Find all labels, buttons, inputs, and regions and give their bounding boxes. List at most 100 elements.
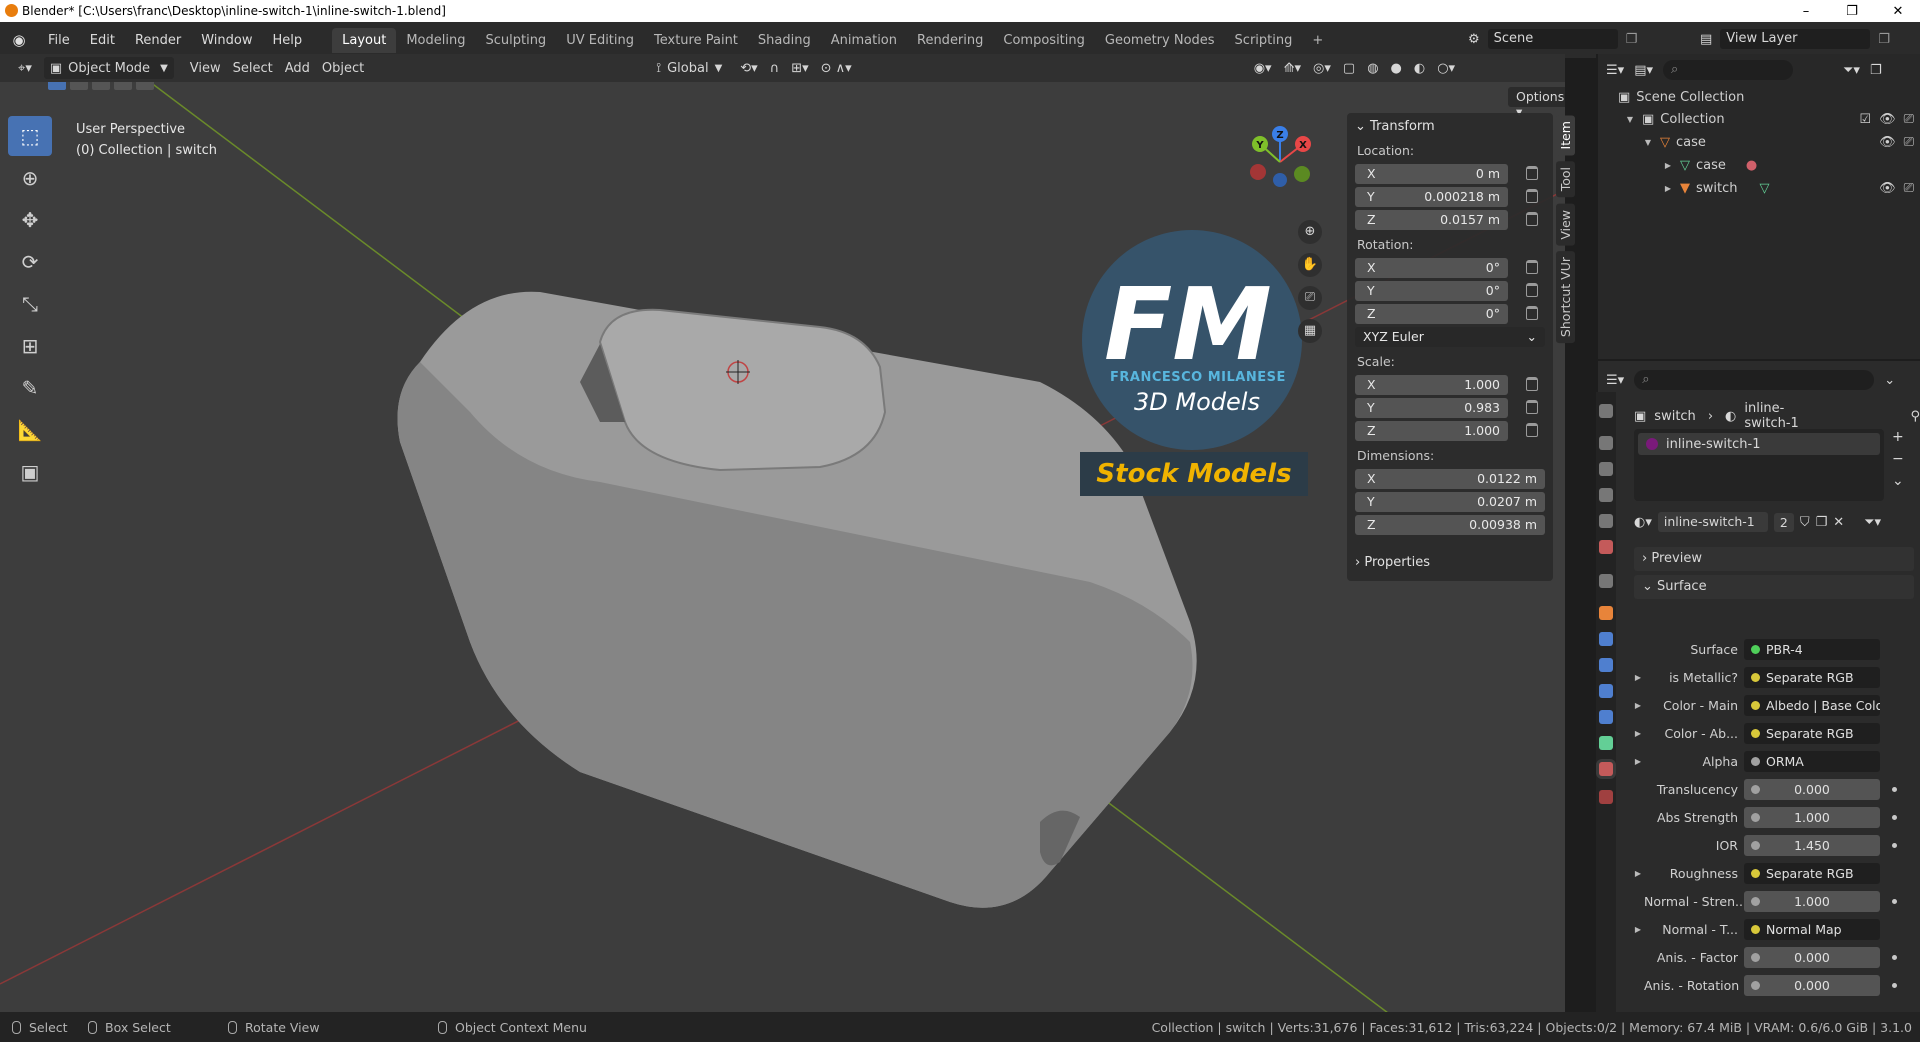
value-slider[interactable]: 0.000 [1744, 974, 1880, 996]
particles-tab-icon[interactable] [1599, 658, 1613, 672]
pivot-icon[interactable]: ⟲▾ [734, 57, 763, 79]
physics-tab-icon[interactable] [1599, 684, 1613, 698]
outliner-row-case[interactable]: ▼ ▽ case 👁 ⎚ [1642, 131, 1914, 153]
tab-shading[interactable]: Shading [748, 28, 821, 53]
scene-tab-icon[interactable] [1599, 514, 1613, 528]
close-button[interactable]: ✕ [1875, 0, 1920, 22]
cursor-tool-icon[interactable]: ⊕ [8, 158, 52, 198]
editor-type-icon[interactable]: ☰▾ [1606, 373, 1624, 388]
visibility-icon[interactable]: ◉▾ [1248, 57, 1278, 79]
annotate-tool-icon[interactable]: ✎ [8, 368, 52, 408]
eye-icon[interactable]: 👁 [1879, 181, 1896, 196]
location-y-field[interactable]: Y 0.000218 m [1355, 187, 1538, 207]
shading-solid-icon[interactable]: ● [1385, 57, 1408, 79]
lock-icon[interactable] [1526, 283, 1538, 297]
add-slot-icon[interactable]: + [1892, 429, 1904, 445]
chevron-right-icon[interactable]: ▶ [1632, 729, 1644, 738]
tab-animation[interactable]: Animation [821, 28, 907, 53]
lock-icon[interactable] [1526, 189, 1538, 203]
surface-panel-header[interactable]: ⌄ Surface [1634, 575, 1914, 599]
value-slider[interactable]: 1.000 [1744, 806, 1880, 828]
tab-compositing[interactable]: Compositing [993, 28, 1095, 53]
snap-icon[interactable]: ∩ [764, 57, 786, 79]
chevron-right-icon[interactable]: ▶ [1632, 869, 1644, 878]
menu-select[interactable]: Select [227, 57, 279, 79]
dimensions-z-field[interactable]: Z 0.00938 m [1355, 515, 1545, 535]
socket-link-field[interactable]: Normal Map [1744, 918, 1880, 940]
value-slider[interactable]: 0.000 [1744, 778, 1880, 800]
camera-icon[interactable]: ⎚ [1904, 181, 1914, 196]
rotation-y-field[interactable]: Y 0° [1355, 281, 1538, 301]
select-box-tool-icon[interactable]: ⬚ [8, 116, 52, 156]
display-mode-icon[interactable]: ▤▾ [1634, 63, 1653, 78]
shading-rendered-icon[interactable]: ○▾ [1431, 57, 1461, 79]
new-scene-icon[interactable]: ❐ [1626, 32, 1638, 47]
camera-icon[interactable]: ⎚ [1904, 135, 1914, 150]
transform-section-header[interactable]: ⌄ Transform [1347, 113, 1553, 140]
lock-icon[interactable] [1526, 306, 1538, 320]
modifier-tab-icon[interactable] [1599, 632, 1613, 646]
lock-icon[interactable] [1526, 166, 1538, 180]
lock-icon[interactable] [1526, 423, 1538, 437]
texture-tab-icon[interactable] [1599, 790, 1613, 804]
outliner-row-scene-collection[interactable]: ▣ Scene Collection [1618, 86, 1744, 108]
duplicate-icon[interactable]: ❐ [1816, 515, 1828, 530]
rotation-x-field[interactable]: X 0° [1355, 258, 1538, 278]
eye-icon[interactable]: 👁 [1879, 135, 1896, 150]
remove-slot-icon[interactable]: − [1892, 451, 1904, 467]
3d-viewport[interactable]: User Perspective (0) Collection | switch… [0, 82, 1565, 1012]
camera-icon[interactable]: ⎚ [1298, 286, 1322, 310]
chevron-right-icon[interactable]: ▶ [1632, 925, 1644, 934]
lock-icon[interactable] [1526, 260, 1538, 274]
minimize-button[interactable]: – [1783, 0, 1829, 22]
rotation-z-field[interactable]: Z 0° [1355, 304, 1538, 324]
move-tool-icon[interactable]: ✥ [8, 200, 52, 240]
tab-geometry-nodes[interactable]: Geometry Nodes [1095, 28, 1225, 53]
socket-link-field[interactable]: Albedo | Base Color [1744, 694, 1880, 716]
keyframe-icon[interactable] [1892, 814, 1897, 820]
filter-icon[interactable]: ⏷▾ [1864, 515, 1881, 530]
keyframe-icon[interactable] [1892, 842, 1897, 848]
output-tab-icon[interactable] [1599, 462, 1613, 476]
unlink-icon[interactable]: ✕ [1833, 515, 1844, 530]
zoom-icon[interactable]: ⊕ [1298, 220, 1322, 244]
view-layer-field[interactable]: View Layer [1720, 29, 1871, 49]
keyframe-icon[interactable] [1892, 982, 1897, 988]
tab-uv-editing[interactable]: UV Editing [556, 28, 644, 53]
outliner-row-switch[interactable]: ▶ ▼ switch ▽ 👁 ⎚ [1662, 177, 1914, 199]
constraints-tab-icon[interactable] [1599, 710, 1613, 724]
location-z-field[interactable]: Z 0.0157 m [1355, 210, 1538, 230]
pan-hand-icon[interactable]: ✋ [1298, 253, 1322, 277]
properties-section-header[interactable]: › Properties [1347, 549, 1553, 576]
properties-search-input[interactable]: ⌕ [1634, 370, 1875, 390]
shading-material-icon[interactable]: ◐ [1408, 57, 1431, 79]
select-extend-icon[interactable] [70, 82, 88, 90]
rotation-mode-dropdown[interactable]: XYZ Euler ⌄ [1355, 327, 1545, 347]
chevron-right-icon[interactable]: ▶ [1632, 701, 1644, 710]
tab-texture-paint[interactable]: Texture Paint [644, 28, 748, 53]
chevron-down-icon[interactable]: ⌄ [1892, 473, 1904, 489]
chevron-right-icon[interactable]: ▶ [1632, 673, 1644, 682]
scale-y-field[interactable]: Y 0.983 [1355, 398, 1538, 418]
menu-help[interactable]: Help [263, 33, 313, 48]
menu-add[interactable]: Add [279, 57, 316, 79]
view-layer-selector[interactable]: ▤ View Layer ❐ [1700, 28, 1915, 50]
material-slot-row[interactable]: inline-switch-1 [1638, 433, 1880, 455]
tab-tool[interactable]: Tool [1556, 161, 1575, 198]
snap-target-icon[interactable]: ⊞▾ [785, 57, 814, 79]
outliner-search-input[interactable]: ⌕ [1663, 60, 1793, 80]
menu-object[interactable]: Object [316, 57, 370, 79]
rotate-tool-icon[interactable]: ⟳ [8, 242, 52, 282]
chevron-down-icon[interactable]: ▼ [1642, 138, 1654, 147]
dimensions-x-field[interactable]: X 0.0122 m [1355, 469, 1545, 489]
chevron-down-icon[interactable]: ▼ [1624, 115, 1636, 124]
menu-edit[interactable]: Edit [80, 33, 125, 48]
tab-modeling[interactable]: Modeling [396, 28, 475, 53]
grid-view-icon[interactable]: ▦ [1298, 319, 1322, 343]
chevron-right-icon[interactable]: ▶ [1662, 184, 1674, 193]
scale-z-field[interactable]: Z 1.000 [1355, 421, 1538, 441]
material-name-field[interactable]: inline-switch-1 [1657, 512, 1768, 532]
gizmo-toggle-icon[interactable]: ⟰▾ [1278, 57, 1307, 79]
eye-icon[interactable]: 👁 [1879, 112, 1896, 127]
scale-x-field[interactable]: X 1.000 [1355, 375, 1538, 395]
